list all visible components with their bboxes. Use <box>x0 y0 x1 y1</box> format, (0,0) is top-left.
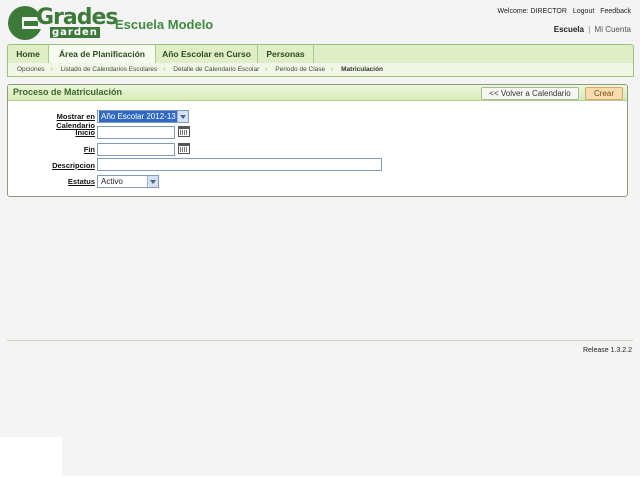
mostrar-calendario-select[interactable]: Año Escolar 2012-13 <box>97 110 189 123</box>
inicio-input[interactable] <box>97 126 175 139</box>
estatus-value: Activo <box>101 177 123 186</box>
bottom-edge <box>0 476 640 480</box>
chevron-down-icon[interactable] <box>147 176 158 187</box>
feedback-link[interactable]: Feedback <box>600 8 631 15</box>
logo-word-bottom: garden <box>50 27 100 38</box>
chevron-right-icon: › <box>331 66 334 73</box>
top-links: Welcome: DIRECTOR Logout Feedback <box>494 8 631 15</box>
estatus-label: Estatus <box>67 177 95 186</box>
breadcrumb-item[interactable]: Periodo de Clase <box>275 66 325 73</box>
mostrar-calendario-value: Año Escolar 2012-13 <box>99 111 178 122</box>
panel-title: Proceso de Matriculación <box>13 87 123 97</box>
inicio-label: Inicio <box>75 128 95 137</box>
bottom-blank-area <box>0 437 62 480</box>
create-button[interactable]: Crear <box>585 87 623 100</box>
welcome-text: Welcome: DIRECTOR <box>497 8 567 15</box>
calendar-icon[interactable] <box>178 143 190 154</box>
descripcion-input[interactable] <box>97 158 382 171</box>
footer-divider <box>7 340 633 341</box>
estatus-select[interactable]: Activo <box>97 175 159 188</box>
fin-input[interactable] <box>97 143 175 156</box>
tab-area-planificacion[interactable]: Área de Planificación <box>49 45 156 63</box>
breadcrumb-item[interactable]: Opciones <box>17 66 44 73</box>
matriculacion-panel: Proceso de Matriculación << Volver a Cal… <box>7 84 628 197</box>
school-name: Escuela Modelo <box>115 17 214 32</box>
context-links: Escuela | Mi Cuenta <box>554 25 631 34</box>
chevron-right-icon: › <box>50 66 53 73</box>
chevron-right-icon: › <box>163 66 166 73</box>
logo-word-top: Grades <box>36 5 119 30</box>
panel-header: Proceso de Matriculación << Volver a Cal… <box>8 85 627 101</box>
breadcrumb-current: Matriculación <box>341 66 384 73</box>
context-separator: | <box>588 25 591 34</box>
breadcrumb-item[interactable]: Detalle de Calendario Escolar <box>173 66 259 73</box>
back-to-calendar-button[interactable]: << Volver a Calendario <box>481 87 579 100</box>
tab-ano-escolar[interactable]: Año Escolar en Curso <box>156 45 258 63</box>
descripcion-label: Descripcion <box>52 161 95 170</box>
breadcrumb: Opciones › Listado de Calendarios Escolar… <box>7 63 634 77</box>
breadcrumb-item[interactable]: Listado de Calendarios Escolares <box>60 66 157 73</box>
tab-personas[interactable]: Personas <box>258 45 314 63</box>
my-account-link[interactable]: Mi Cuenta <box>595 25 631 34</box>
chevron-down-icon[interactable] <box>177 111 188 122</box>
fin-label: Fin <box>83 145 95 154</box>
calendar-icon[interactable] <box>178 126 190 137</box>
main-nav: Home Área de Planificación Año Escolar e… <box>7 44 634 64</box>
chevron-right-icon: › <box>265 66 268 73</box>
release-version: Release 1.3.2.2 <box>582 347 632 354</box>
grades-garden-logo: Grades garden <box>8 6 119 40</box>
tab-home[interactable]: Home <box>8 45 49 63</box>
logout-link[interactable]: Logout <box>573 8 594 15</box>
school-context-link[interactable]: Escuela <box>554 25 584 34</box>
